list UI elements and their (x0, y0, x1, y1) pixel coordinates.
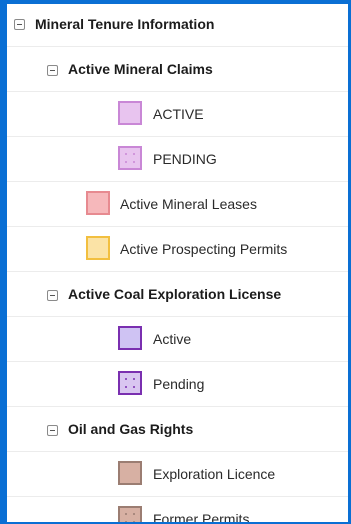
swatch-dot (133, 378, 135, 380)
legend-item-mineral-leases[interactable]: Active Mineral Leases (7, 182, 348, 227)
swatch-dot (125, 153, 127, 155)
collapse-coal-exploration-toggle[interactable] (47, 290, 58, 301)
swatch-dot (133, 153, 135, 155)
legend-item-former-permits[interactable]: Former Permits (7, 497, 348, 522)
legend-item-coal-pending[interactable]: Pending (7, 362, 348, 407)
swatch-dot (125, 521, 127, 522)
group-oil-gas-rights[interactable]: Oil and Gas Rights (7, 407, 348, 452)
swatch-dot (125, 378, 127, 380)
collapse-mineral-claims-toggle[interactable] (47, 65, 58, 76)
swatch-prospecting-permits (86, 236, 110, 260)
legend-item-coal-active-label: Active (153, 331, 192, 347)
swatch-dot-pattern (120, 373, 140, 393)
swatch-dot (125, 386, 127, 388)
legend-item-prospecting-permits[interactable]: Active Prospecting Permits (7, 227, 348, 272)
legend-item-coal-active[interactable]: Active (7, 317, 348, 362)
legend-item-claims-active[interactable]: ACTIVE (7, 92, 348, 137)
swatch-claims-pending (118, 146, 142, 170)
swatch-coal-active (118, 326, 142, 350)
legend-item-exploration-licence[interactable]: Exploration Licence (7, 452, 348, 497)
swatch-dot (125, 161, 127, 163)
swatch-claims-active (118, 101, 142, 125)
legend-item-claims-active-label: ACTIVE (153, 106, 204, 122)
collapse-oil-gas-toggle[interactable] (47, 425, 58, 436)
legend-item-exploration-licence-label: Exploration Licence (153, 466, 276, 482)
swatch-dot-pattern (120, 148, 140, 168)
swatch-dot (133, 513, 135, 515)
legend-item-prospecting-permits-label: Active Prospecting Permits (120, 241, 288, 257)
swatch-coal-pending (118, 371, 142, 395)
legend-item-coal-pending-label: Pending (153, 376, 205, 392)
group-oil-gas-rights-label: Oil and Gas Rights (68, 421, 194, 437)
group-coal-exploration[interactable]: Active Coal Exploration License (7, 272, 348, 317)
swatch-exploration-licence (118, 461, 142, 485)
swatch-dot (133, 386, 135, 388)
group-mineral-tenure-label: Mineral Tenure Information (35, 16, 215, 32)
legend-item-claims-pending-label: PENDING (153, 151, 217, 167)
swatch-dot (125, 513, 127, 515)
group-active-mineral-claims-label: Active Mineral Claims (68, 61, 213, 77)
legend-item-mineral-leases-label: Active Mineral Leases (120, 196, 257, 212)
group-coal-exploration-label: Active Coal Exploration License (68, 286, 282, 302)
group-active-mineral-claims[interactable]: Active Mineral Claims (7, 47, 348, 92)
swatch-former-permits (118, 506, 142, 522)
swatch-dot-pattern (120, 508, 140, 522)
collapse-mineral-tenure-toggle[interactable] (14, 19, 25, 30)
swatch-mineral-leases (86, 191, 110, 215)
legend-item-former-permits-label: Former Permits (153, 511, 250, 522)
swatch-dot (133, 161, 135, 163)
swatch-dot (133, 521, 135, 522)
legend-item-claims-pending[interactable]: PENDING (7, 137, 348, 182)
group-mineral-tenure[interactable]: Mineral Tenure Information (7, 4, 348, 47)
legend-panel: Mineral Tenure Information Active Minera… (7, 4, 348, 522)
